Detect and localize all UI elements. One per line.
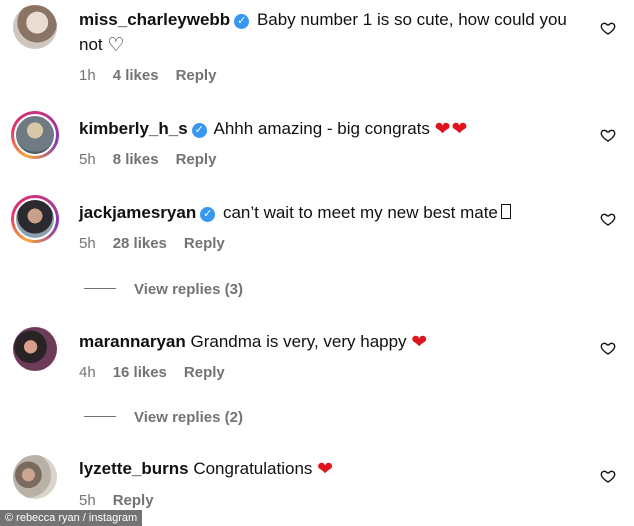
comment-text-block: kimberly_h_s ✓ Ahhh amazing - big congrat… xyxy=(79,116,582,142)
comment-time: 1h xyxy=(79,67,96,84)
heart-like-icon[interactable] xyxy=(600,340,616,356)
comment-time: 5h xyxy=(79,151,96,168)
comment-meta: 1h 4 likes Reply xyxy=(79,67,233,84)
comment-username[interactable]: lyzette_burns xyxy=(79,459,189,478)
comment-username[interactable]: miss_charleywebb xyxy=(79,10,230,29)
reply-button[interactable]: Reply xyxy=(184,364,225,381)
red-heart-emoji-icon: ❤ xyxy=(411,332,429,353)
outline-heart-emoji-icon: ♡ xyxy=(107,35,125,56)
reply-button[interactable]: Reply xyxy=(176,151,217,168)
comment-body: Ahhh amazing - big congrats xyxy=(213,119,430,138)
red-heart-emoji-icon: ❤❤ xyxy=(434,119,469,140)
view-replies-label: View replies (2) xyxy=(134,409,243,426)
verified-badge-icon: ✓ xyxy=(200,207,216,222)
avatar[interactable] xyxy=(13,5,57,49)
comment-body: Grandma is very, very happy xyxy=(190,332,407,351)
view-replies-button[interactable]: View replies (3) xyxy=(84,281,243,298)
comment-text-block: marannaryan Grandma is very, very happy … xyxy=(79,329,582,355)
divider-line xyxy=(84,416,116,417)
missing-emoji-glyph-icon xyxy=(500,204,511,219)
comment-username[interactable]: jackjamesryan xyxy=(79,203,196,222)
comment-username[interactable]: kimberly_h_s xyxy=(79,119,188,138)
comment-text-block: lyzette_burns Congratulations ❤ xyxy=(79,456,582,482)
comment-time: 5h xyxy=(79,492,96,509)
verified-badge-icon: ✓ xyxy=(234,14,250,29)
comment-meta: 5h 28 likes Reply xyxy=(79,235,242,252)
comment-body: Congratulations xyxy=(193,459,313,478)
comment-likes[interactable]: 28 likes xyxy=(113,235,167,252)
comment-text-block: miss_charleywebb ✓ Baby number 1 is so cu… xyxy=(79,7,582,58)
avatar[interactable] xyxy=(11,111,59,159)
reply-button[interactable]: Reply xyxy=(176,67,217,84)
comment-meta: 4h 16 likes Reply xyxy=(79,364,242,381)
heart-like-icon[interactable] xyxy=(600,468,616,484)
comment-text-block: jackjamesryan ✓ can’t wait to meet my new… xyxy=(79,200,582,225)
comment-meta: 5h 8 likes Reply xyxy=(79,151,233,168)
photo-credit: © rebecca ryan / instagram xyxy=(0,510,143,526)
view-replies-label: View replies (3) xyxy=(134,281,243,298)
heart-like-icon[interactable] xyxy=(600,20,616,36)
comment-likes[interactable]: 16 likes xyxy=(113,364,167,381)
avatar[interactable] xyxy=(13,327,57,371)
reply-button[interactable]: Reply xyxy=(184,235,225,252)
comment-time: 4h xyxy=(79,364,96,381)
avatar[interactable] xyxy=(11,195,59,243)
reply-button[interactable]: Reply xyxy=(113,492,154,509)
comment-username[interactable]: marannaryan xyxy=(79,332,186,351)
heart-like-icon[interactable] xyxy=(600,127,616,143)
comment-meta: 5h Reply xyxy=(79,492,171,509)
comment-likes[interactable]: 8 likes xyxy=(113,151,159,168)
comment-time: 5h xyxy=(79,235,96,252)
heart-like-icon[interactable] xyxy=(600,211,616,227)
divider-line xyxy=(84,288,116,289)
verified-badge-icon: ✓ xyxy=(191,123,207,138)
comment-body: can’t wait to meet my new best mate xyxy=(222,203,498,222)
comment-likes[interactable]: 4 likes xyxy=(113,67,159,84)
view-replies-button[interactable]: View replies (2) xyxy=(84,409,243,426)
red-heart-emoji-icon: ❤ xyxy=(317,459,335,480)
avatar[interactable] xyxy=(13,455,57,499)
